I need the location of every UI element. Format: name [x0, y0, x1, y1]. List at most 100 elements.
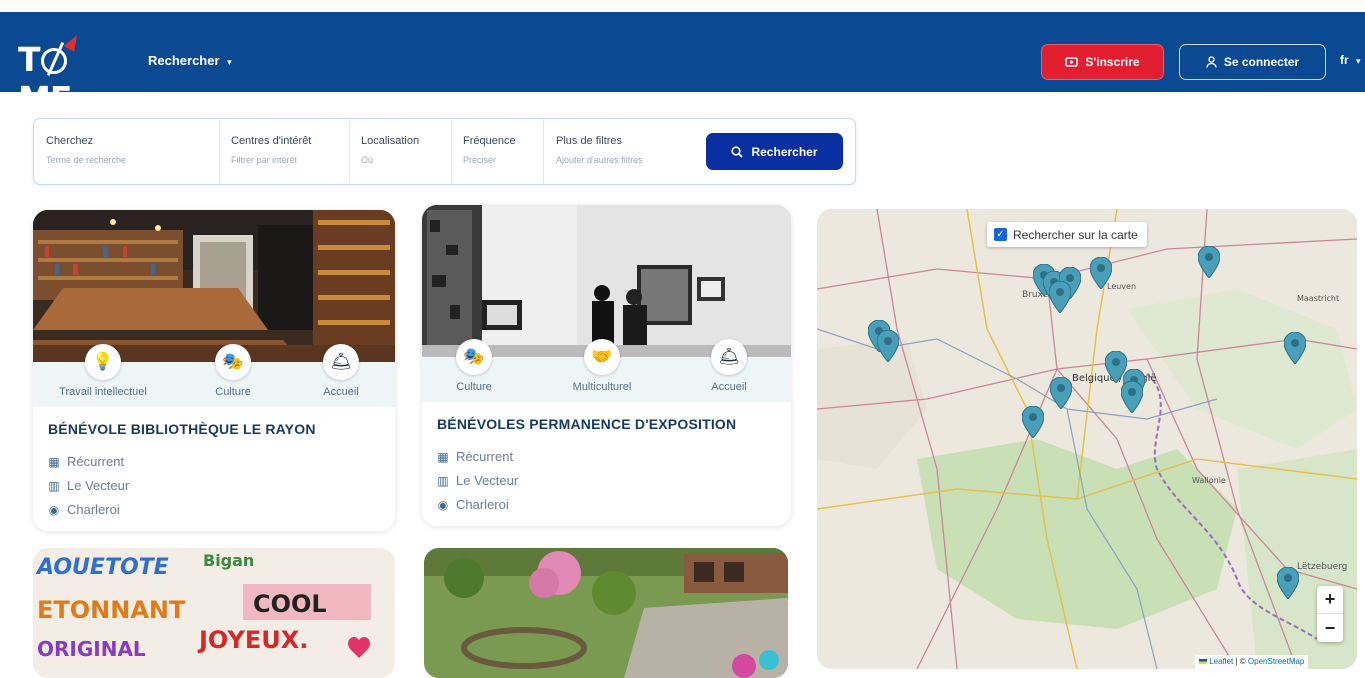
svg-text:Bigan: Bigan — [203, 551, 254, 570]
divider — [349, 119, 350, 184]
tag: 🎭 Culture — [422, 339, 529, 393]
reception-desk-icon: 🛎 — [711, 339, 747, 375]
lamp-icon: 💡 — [85, 344, 121, 380]
organization-value: Le Vecteur — [67, 478, 130, 493]
ticket-icon — [1065, 57, 1079, 67]
user-icon — [1206, 56, 1217, 68]
time-logo[interactable]: TME — [18, 32, 118, 118]
theater-masks-icon: 🎭 — [456, 339, 492, 375]
handwritten-words-photo: AOUETOTE Bigan ETONNANT COOL JOYEUX. ORI… — [33, 548, 395, 678]
flag-icon — [1199, 659, 1207, 665]
zoom-in-button[interactable]: + — [1317, 586, 1343, 614]
theater-masks-icon: 🎭 — [215, 344, 251, 380]
tag: 🤝 Multiculturel — [547, 339, 657, 393]
attribution-separator: | © — [1233, 657, 1248, 666]
nav-search-label: Rechercher — [148, 53, 220, 68]
map-tiles: Bruxelles Leuven Maastricht Belgique / B… — [817, 209, 1357, 669]
building-icon: ▥ — [48, 478, 60, 493]
search-filter-bar: Cherchez Terme de recherche Centres d'in… — [33, 118, 856, 185]
map-marker-icon[interactable] — [1121, 381, 1143, 413]
nav-search-dropdown[interactable]: Rechercher ▾ — [148, 53, 232, 68]
frequency-row: ▦ Récurrent — [437, 449, 513, 464]
chevron-down-icon: ▾ — [1356, 56, 1361, 66]
field-label: Fréquence — [463, 135, 516, 147]
frequency-row: ▦ Récurrent — [48, 454, 124, 469]
more-filters-field[interactable]: Plus de filtres Ajouter d'autres filtres — [556, 119, 696, 184]
organization-value: Le Vecteur — [456, 473, 519, 488]
zoom-out-button[interactable]: − — [1317, 614, 1343, 642]
map-marker-icon[interactable] — [1050, 377, 1072, 409]
results-map[interactable]: Bruxelles Leuven Maastricht Belgique / B… — [817, 209, 1357, 669]
interests-field[interactable]: Centres d'intérêt Filtrer par intérêt — [231, 119, 351, 184]
zoom-control: + − — [1317, 586, 1343, 642]
tag: 🛎 Accueil — [674, 339, 784, 393]
field-placeholder: Où — [361, 155, 374, 165]
login-label: Se connecter — [1223, 55, 1300, 69]
tag: 🛎 Accueil — [286, 344, 395, 398]
logo-letter-t: T — [18, 40, 40, 79]
field-label: Centres d'intérêt — [231, 135, 312, 147]
frequency-field[interactable]: Fréquence Préciser — [463, 119, 543, 184]
field-placeholder: Préciser — [463, 155, 497, 165]
map-marker-icon[interactable] — [1049, 281, 1071, 313]
signup-button[interactable]: S'inscrire — [1041, 44, 1164, 80]
map-marker-icon[interactable] — [1277, 567, 1299, 599]
search-on-map-checkbox[interactable]: ✓ Rechercher sur la carte — [987, 222, 1147, 247]
search-button[interactable]: Rechercher — [706, 133, 843, 170]
search-term-field[interactable]: Cherchez Terme de recherche — [46, 119, 216, 184]
svg-text:AOUETOTE: AOUETOTE — [35, 555, 169, 580]
field-label: Plus de filtres — [556, 135, 623, 147]
library-photo — [33, 210, 395, 362]
logo-needle-icon — [63, 32, 83, 52]
tag-label: Accueil — [323, 386, 359, 398]
search-icon — [731, 145, 744, 158]
card-title[interactable]: BÉNÉVOLES PERMANENCE D'EXPOSITION — [437, 416, 736, 432]
divider — [451, 119, 452, 184]
map-marker-icon[interactable] — [877, 330, 899, 362]
tag-label: Culture — [456, 381, 492, 393]
building-icon: ▥ — [437, 473, 449, 488]
calendar-icon: ▦ — [437, 449, 449, 464]
leaflet-link[interactable]: Leaflet — [1209, 657, 1233, 666]
svg-text:JOYEUX.: JOYEUX. — [197, 626, 308, 654]
opportunity-card[interactable]: AOUETOTE Bigan ETONNANT COOL JOYEUX. ORI… — [33, 548, 395, 678]
svg-text:Wallonie: Wallonie — [1192, 476, 1226, 485]
tag: 💡 Travail intellectuel — [48, 344, 158, 398]
chevron-down-icon: ▾ — [227, 57, 232, 67]
location-row: ◉ Charleroi — [48, 502, 120, 517]
svg-text:ORIGINAL: ORIGINAL — [37, 637, 146, 661]
location-field[interactable]: Localisation Où — [361, 119, 451, 184]
map-marker-icon[interactable] — [1022, 406, 1044, 438]
search-button-label: Rechercher — [751, 144, 818, 159]
tag-label: Travail intellectuel — [59, 386, 147, 398]
field-placeholder: Ajouter d'autres filtres — [556, 155, 643, 165]
garden-photo — [424, 548, 788, 678]
osm-link[interactable]: OpenStreetMap — [1248, 657, 1304, 666]
login-button[interactable]: Se connecter — [1179, 44, 1326, 80]
opportunity-card[interactable] — [424, 548, 788, 678]
language-selector[interactable]: fr ▾ — [1340, 53, 1361, 67]
field-label: Cherchez — [46, 135, 94, 147]
multicultural-icon: 🤝 — [584, 339, 620, 375]
svg-text:COOL: COOL — [253, 590, 327, 618]
logo-compass-icon — [40, 48, 67, 74]
map-marker-icon[interactable] — [1198, 246, 1220, 278]
svg-text:Maastricht: Maastricht — [1297, 294, 1339, 303]
organization-row: ▥ Le Vecteur — [437, 473, 518, 488]
field-placeholder: Terme de recherche — [46, 155, 127, 165]
divider — [219, 119, 220, 184]
card-title[interactable]: BÉNÉVOLE BIBLIOTHÈQUE LE RAYON — [48, 421, 316, 437]
tag: 🎭 Culture — [178, 344, 288, 398]
signup-label: S'inscrire — [1085, 55, 1140, 69]
organization-row: ▥ Le Vecteur — [48, 478, 129, 493]
checkmark-icon: ✓ — [994, 228, 1007, 241]
logo-letters-me: ME — [18, 79, 72, 118]
map-pin-icon: ◉ — [437, 497, 449, 512]
map-attribution: Leaflet | © OpenStreetMap — [1195, 655, 1309, 669]
opportunity-card[interactable]: 💡 Travail intellectuel 🎭 Culture 🛎 Accue… — [33, 210, 395, 531]
location-value: Charleroi — [67, 502, 120, 517]
opportunity-card[interactable]: 🎭 Culture 🤝 Multiculturel 🛎 Accueil BÉNÉ… — [422, 205, 791, 526]
map-marker-icon[interactable] — [1090, 257, 1112, 289]
map-marker-icon[interactable] — [1284, 332, 1306, 364]
calendar-icon: ▦ — [48, 454, 60, 469]
